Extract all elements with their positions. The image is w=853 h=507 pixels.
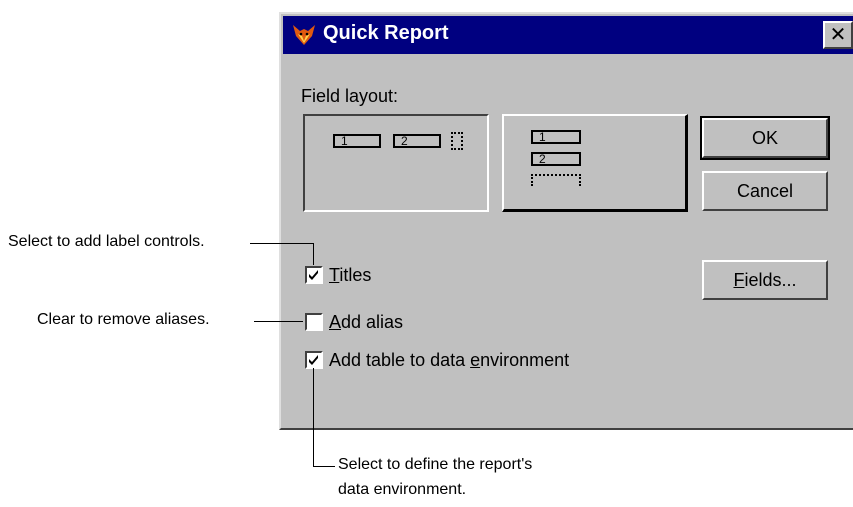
titles-checkbox[interactable]	[305, 266, 323, 284]
layout-field-label: 2	[401, 134, 408, 148]
close-button[interactable]: ✕	[823, 21, 853, 49]
titles-text: itles	[339, 265, 372, 285]
add-table-accel: e	[470, 350, 481, 370]
checkmark-icon	[309, 270, 318, 280]
add-alias-text: dd alias	[341, 312, 404, 332]
callout-alias: Clear to remove aliases.	[37, 311, 210, 328]
layout-field-2: 2	[393, 134, 441, 148]
add-table-text-post: nvironment	[480, 350, 570, 370]
layout-field-label: 1	[539, 130, 546, 144]
layout-option-horizontal[interactable]: 1 2	[303, 114, 489, 212]
leader-env-foot	[313, 466, 335, 467]
layout-field-1: 1	[531, 130, 581, 144]
add-alias-accel: A	[329, 312, 342, 332]
leader-titles	[250, 243, 313, 244]
leader-alias	[254, 321, 303, 322]
add-table-label: Add table to data environment	[329, 350, 569, 371]
titles-label: Titles	[329, 265, 371, 286]
leader-env	[313, 368, 314, 466]
checkmark-icon	[309, 355, 318, 365]
field-layout-label: Field layout:	[301, 86, 399, 106]
fields-label: ields...	[744, 270, 797, 290]
layout-field-label: 2	[539, 152, 546, 166]
add-table-text-pre: Add table to data	[329, 350, 471, 370]
layout-field-label: 1	[341, 134, 348, 148]
add-alias-checkbox[interactable]	[305, 313, 323, 331]
layout-field-more	[531, 174, 581, 186]
dialog-title: Quick Report	[323, 22, 449, 44]
leader-titles-drop	[313, 243, 314, 265]
add-table-checkbox[interactable]	[305, 351, 323, 369]
callout-titles: Select to add label controls.	[8, 233, 205, 250]
cancel-button[interactable]: Cancel	[702, 171, 828, 211]
callout-env-line1: Select to define the report's	[338, 456, 533, 473]
ok-button[interactable]: OK	[700, 116, 830, 160]
fox-app-icon	[293, 25, 315, 45]
layout-field-1: 1	[333, 134, 381, 148]
close-icon: ✕	[829, 22, 847, 46]
title-bar: Quick Report ✕	[283, 16, 853, 54]
callout-env-line2: data environment.	[338, 481, 467, 498]
fields-accel: F	[733, 270, 745, 290]
layout-option-vertical[interactable]: 1 2	[502, 114, 688, 212]
layout-field-more	[451, 132, 463, 150]
fields-button[interactable]: Fields...	[702, 260, 828, 300]
layout-field-2: 2	[531, 152, 581, 166]
quick-report-dialog: Quick Report ✕ Field layout: 1 2 1 2 OK …	[279, 12, 853, 430]
add-alias-label: Add alias	[329, 312, 403, 333]
titles-accel: T	[329, 265, 340, 285]
